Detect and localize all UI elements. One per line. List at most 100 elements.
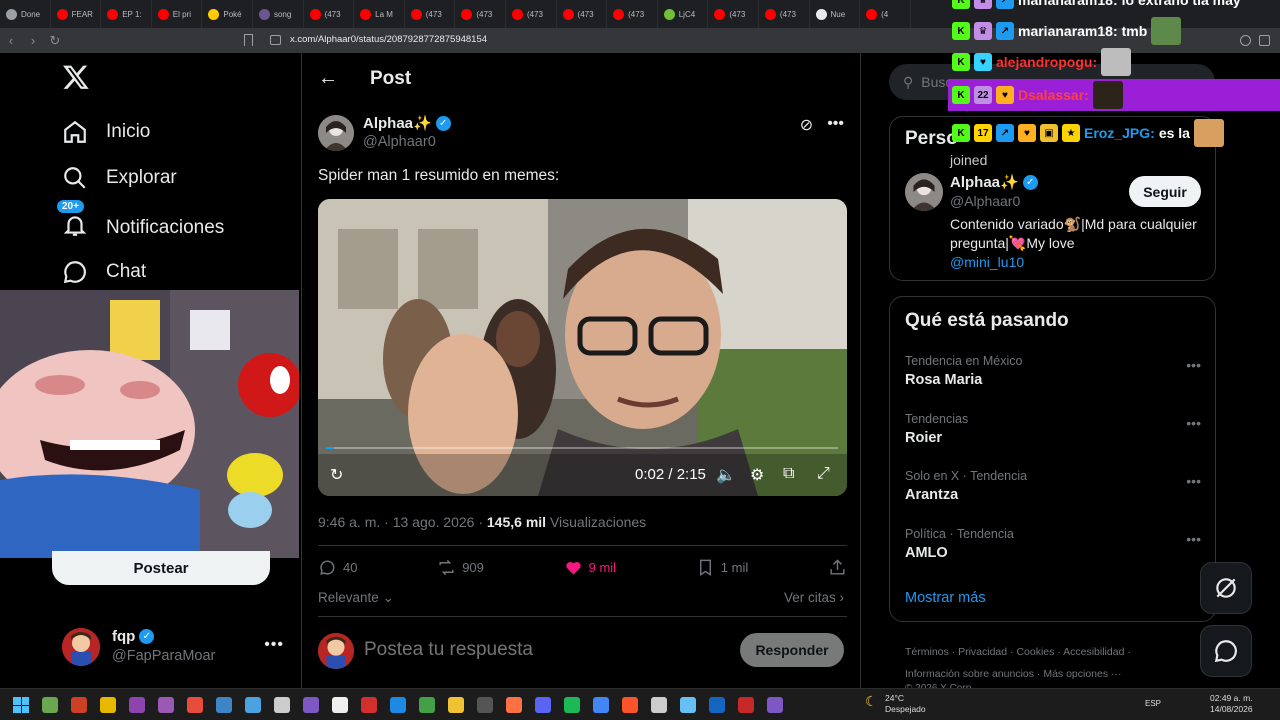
more-dots-icon[interactable]: ••• (1186, 415, 1201, 431)
taskbar-app-icon[interactable] (158, 697, 174, 713)
browser-tab[interactable]: (473 (557, 0, 608, 28)
follow-button[interactable]: Seguir (1129, 176, 1201, 207)
taskbar-app-icon[interactable] (100, 697, 116, 713)
reload-icon[interactable]: ↻ (44, 30, 66, 52)
windows-start-icon[interactable] (13, 697, 29, 713)
more-dots-icon[interactable]: ••• (1186, 357, 1201, 373)
taskbar-app-icon[interactable] (535, 697, 551, 713)
taskbar-app-icon[interactable] (622, 697, 638, 713)
browser-tab[interactable]: EP 1: (101, 0, 152, 28)
account-switcher[interactable]: fqp ✓ @FapParaMoar ••• (62, 628, 292, 668)
browser-tab[interactable]: (473 (759, 0, 810, 28)
like-button[interactable]: 9 mil (564, 558, 616, 577)
taskbar-app-icon[interactable] (709, 697, 725, 713)
taskbar-app-icon[interactable] (332, 697, 348, 713)
footer-links-row-2[interactable]: Información sobre anuncios · Más opcione… (905, 663, 1205, 685)
browser-tab[interactable]: El pri (152, 0, 203, 28)
settings-gear-icon[interactable]: ⚙ (750, 465, 764, 485)
sort-dropdown[interactable]: Relevante ⌄ (318, 590, 394, 606)
taskbar-app-icon[interactable] (71, 697, 87, 713)
browser-tab[interactable]: song (253, 0, 304, 28)
browser-tab[interactable]: Poké (202, 0, 253, 28)
reply-input[interactable] (364, 639, 724, 661)
browser-tab[interactable]: Done (0, 0, 51, 28)
forward-arrow-icon[interactable]: › (22, 30, 44, 52)
browser-tab[interactable]: (473 (304, 0, 355, 28)
taskbar-app-icon[interactable] (593, 697, 609, 713)
replay-icon[interactable]: ↻ (330, 465, 343, 485)
taskbar-app-icon[interactable] (216, 697, 232, 713)
repost-button[interactable]: 909 (437, 558, 484, 577)
taskbar-app-icon[interactable] (419, 697, 435, 713)
taskbar-app-icon[interactable] (42, 697, 58, 713)
grok-icon[interactable]: ⊘ (800, 115, 813, 135)
browser-tab[interactable]: Nue (810, 0, 861, 28)
taskbar-app-icon[interactable] (361, 697, 377, 713)
nav-explore[interactable]: Explorar (62, 165, 177, 191)
bio-mention-link[interactable]: @mini_lu10 (950, 254, 1024, 270)
post-button[interactable]: Postear (52, 551, 270, 585)
more-dots-icon[interactable]: ••• (1186, 531, 1201, 547)
bookmark-button[interactable]: 1 mil (696, 558, 748, 577)
taskbar-app-icon[interactable] (448, 697, 464, 713)
nav-notifications[interactable]: 20+ Notificaciones (57, 200, 224, 244)
system-clock[interactable]: 02:49 a. m. 14/08/2026 (1210, 693, 1253, 715)
back-arrow-icon[interactable]: ← (318, 67, 338, 90)
show-more-link[interactable]: Mostrar más (905, 590, 986, 606)
browser-tab[interactable]: (473 (405, 0, 456, 28)
browser-tab[interactable]: (473 (708, 0, 759, 28)
trend-item[interactable]: Política · Tendencia AMLO (905, 527, 1014, 561)
taskbar-app-icon[interactable] (390, 697, 406, 713)
quotes-link[interactable]: Ver citas › (784, 590, 844, 605)
trend-item[interactable]: Solo en X · Tendencia Arantza (905, 469, 1027, 503)
taskbar-app-icon[interactable] (651, 697, 667, 713)
video-player[interactable]: ↻ 0:02 / 2:15 🔈 ⚙ ⧉ ⤢ (318, 199, 847, 496)
url-field[interactable]: x.com/Alphaar0/status/208792877287594815… (290, 34, 487, 45)
footer-links-row-1[interactable]: Términos · Privacidad · Cookies · Accesi… (905, 641, 1205, 663)
input-language[interactable]: ESP (1145, 699, 1161, 708)
author-avatar[interactable] (318, 115, 354, 151)
fullscreen-icon[interactable]: ⤢ (817, 465, 830, 483)
suggested-avatar[interactable] (905, 173, 943, 211)
browser-tab[interactable]: (473 (455, 0, 506, 28)
author-name-row[interactable]: Alphaa✨ ✓ (363, 114, 451, 132)
pip-icon[interactable]: ⧉ (783, 465, 794, 483)
browser-tab[interactable]: La M (354, 0, 405, 28)
bookmark-icon[interactable] (244, 34, 253, 46)
more-dots-icon[interactable]: ••• (827, 115, 844, 135)
taskbar-app-icon[interactable] (506, 697, 522, 713)
taskbar-app-icon[interactable] (129, 697, 145, 713)
taskbar-app-icon[interactable] (767, 697, 783, 713)
grok-fab-button[interactable] (1200, 562, 1252, 614)
back-arrow-icon[interactable]: ‹ (0, 30, 22, 52)
author-handle[interactable]: @Alphaar0 (363, 134, 436, 150)
video-progress-bar[interactable] (326, 447, 838, 449)
taskbar-app-icon[interactable] (187, 697, 203, 713)
reply-submit-button[interactable]: Responder (740, 633, 844, 667)
site-info-icon[interactable] (270, 35, 281, 45)
taskbar-app-icon[interactable] (477, 697, 493, 713)
browser-tab[interactable]: (473 (506, 0, 557, 28)
trend-item[interactable]: Tendencia en México Rosa Maria (905, 354, 1022, 388)
browser-tab[interactable]: LjC4 (658, 0, 709, 28)
share-button[interactable] (828, 558, 847, 577)
taskbar-app-icon[interactable] (274, 697, 290, 713)
taskbar-app-icon[interactable] (245, 697, 261, 713)
taskbar-app-icon[interactable] (680, 697, 696, 713)
more-dots-icon[interactable]: ••• (1186, 473, 1201, 489)
post-timestamp[interactable]: 9:46 a. m. · 13 ago. 2026 · (318, 514, 487, 530)
trend-item[interactable]: Tendencias Roier (905, 412, 968, 446)
taskbar-app-icon[interactable] (564, 697, 580, 713)
taskbar-app-icon[interactable] (303, 697, 319, 713)
taskbar-app-icon[interactable] (738, 697, 754, 713)
messages-fab-button[interactable] (1200, 625, 1252, 677)
x-logo-icon[interactable] (62, 63, 90, 91)
reply-button[interactable]: 40 (318, 558, 357, 577)
more-dots-icon[interactable]: ••• (264, 636, 284, 654)
browser-tab[interactable]: (473 (607, 0, 658, 28)
browser-tab[interactable]: (4 (860, 0, 911, 28)
volume-icon[interactable]: 🔈 (716, 465, 736, 485)
weather-widget[interactable]: ☾ 24°C Despejado (865, 693, 926, 715)
suggested-name[interactable]: Alphaa✨ (950, 173, 1019, 191)
nav-chat[interactable]: Chat (62, 259, 146, 285)
